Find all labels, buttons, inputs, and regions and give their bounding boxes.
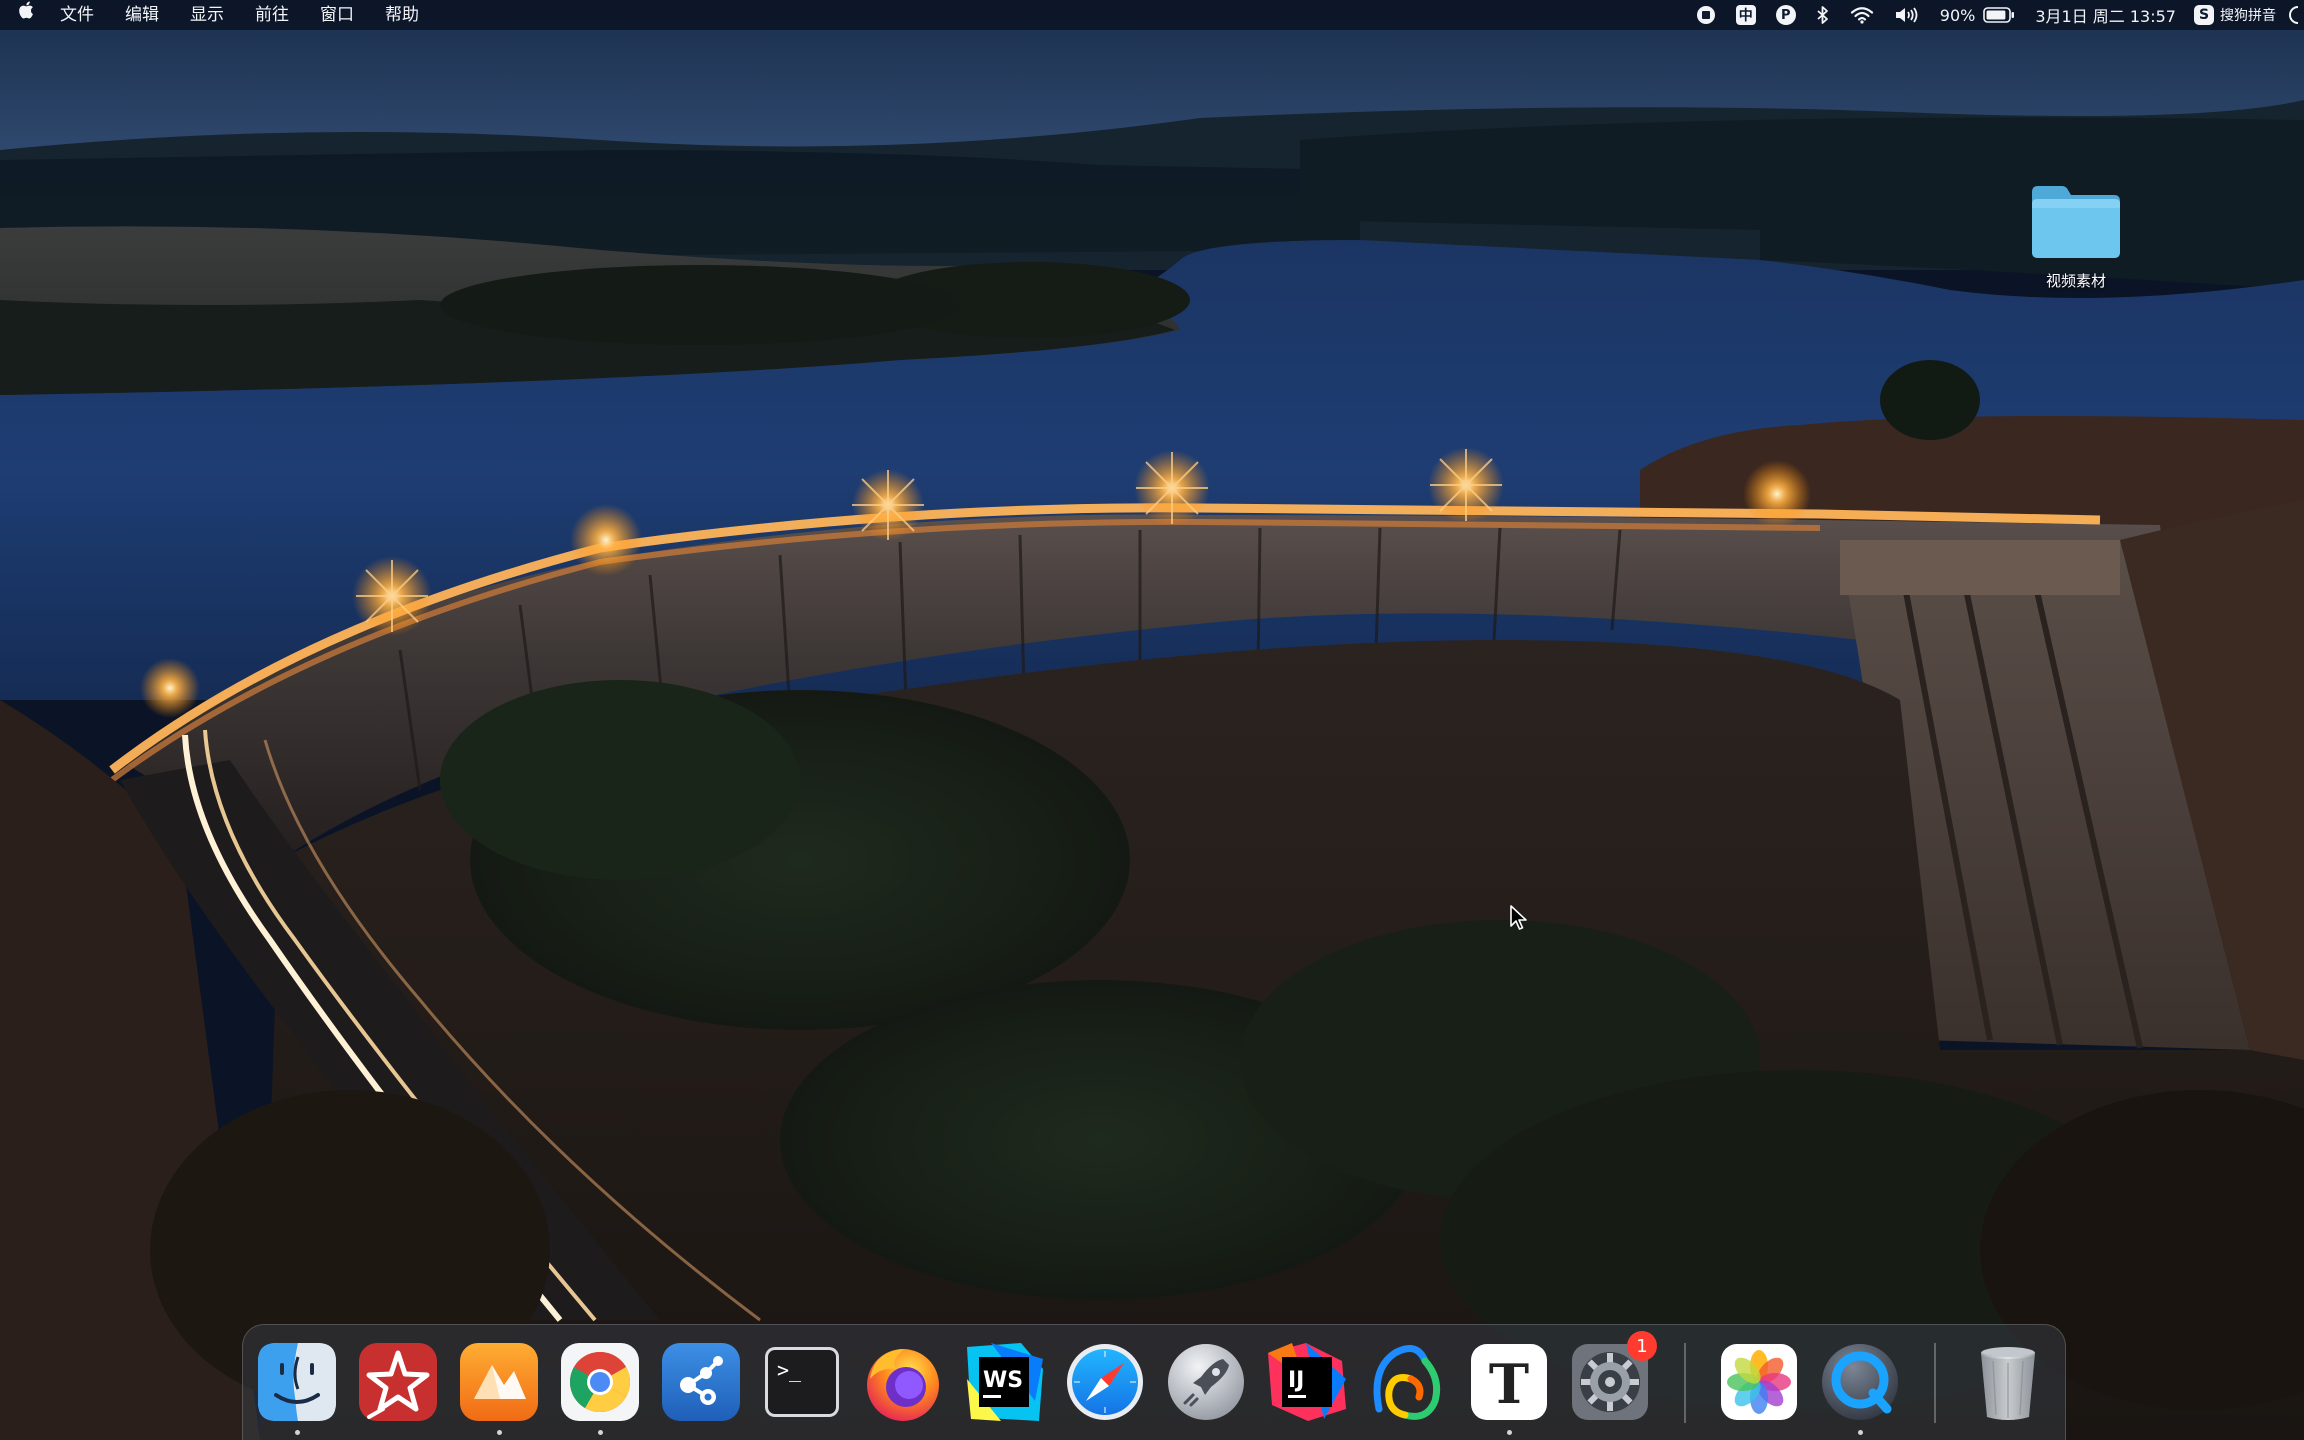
intellij-icon: IJ xyxy=(1268,1343,1346,1421)
apple-menu-icon[interactable] xyxy=(8,0,44,30)
running-indicator xyxy=(295,1430,300,1435)
desktop-folder-label: 视频素材 xyxy=(2045,272,2106,290)
terminal-icon: >_ xyxy=(765,1347,839,1417)
dock-item-infuse[interactable] xyxy=(456,1339,542,1435)
control-center-icon[interactable] xyxy=(2280,0,2300,30)
notification-badge: 1 xyxy=(1627,1331,1657,1361)
dock-item-chrome[interactable] xyxy=(557,1339,643,1435)
dock-item-typora[interactable]: T xyxy=(1466,1339,1552,1435)
dock-item-firefox[interactable] xyxy=(860,1339,946,1425)
menu-help[interactable]: 帮助 xyxy=(369,0,434,30)
wallpaper-dam-at-night xyxy=(0,0,2304,1440)
folder-icon xyxy=(2032,186,2120,258)
dock-divider xyxy=(1684,1343,1686,1423)
menu-go[interactable]: 前往 xyxy=(239,0,304,30)
menu-edit[interactable]: 编辑 xyxy=(109,0,174,30)
battery-status[interactable]: 90% xyxy=(1930,0,2026,30)
desktop: 文件 编辑 显示 前往 窗口 帮助 中 P 90% 3月1日 周二 13:57 … xyxy=(0,0,2304,1440)
clock[interactable]: 3月1日 周二 13:57 xyxy=(2025,0,2186,30)
nova-icon xyxy=(1373,1345,1441,1420)
desktop-folder-video-assets[interactable]: 视频素材 xyxy=(2010,182,2142,291)
typora-icon: T xyxy=(1471,1344,1547,1420)
sogou-icon: S xyxy=(2194,5,2214,25)
running-indicator xyxy=(497,1430,502,1435)
firefox-icon xyxy=(867,1349,939,1421)
dock-item-system-preferences[interactable]: 1 xyxy=(1567,1331,1657,1425)
running-indicator xyxy=(598,1430,603,1435)
photos-icon xyxy=(1721,1344,1797,1420)
dock-item-safari[interactable] xyxy=(1062,1339,1148,1425)
dock: >_ WS IJ T 1 xyxy=(242,1324,2066,1440)
chrome-icon xyxy=(561,1343,639,1421)
p-menu-extra-label: P xyxy=(1775,5,1796,25)
battery-icon xyxy=(1983,7,2015,23)
svg-text:T: T xyxy=(1489,1352,1529,1416)
bluetooth-icon[interactable] xyxy=(1806,0,1840,30)
menu-window[interactable]: 窗口 xyxy=(304,0,369,30)
webstorm-icon: WS xyxy=(967,1343,1043,1421)
trash-icon xyxy=(1981,1347,2035,1420)
input-source-zh[interactable]: 中 xyxy=(1726,0,1766,30)
dock-item-quicktime[interactable] xyxy=(1817,1339,1903,1435)
menu-bar-left: 文件 编辑 显示 前往 窗口 帮助 xyxy=(0,0,434,30)
volume-icon[interactable] xyxy=(1884,0,1930,30)
svg-text:>_: >_ xyxy=(777,1358,802,1382)
dock-item-terminal[interactable]: >_ xyxy=(759,1339,845,1425)
battery-percent: 90% xyxy=(1939,5,1976,25)
dock-divider xyxy=(1934,1343,1936,1423)
dock-item-trash[interactable] xyxy=(1965,1339,2051,1425)
dock-item-spark[interactable] xyxy=(355,1339,441,1425)
spark-icon xyxy=(359,1343,437,1421)
rocket-icon xyxy=(1168,1344,1244,1420)
svg-text:WS: WS xyxy=(983,1368,1023,1393)
menu-view[interactable]: 显示 xyxy=(174,0,239,30)
dock-item-nova[interactable] xyxy=(1365,1339,1451,1425)
finder-icon xyxy=(258,1343,336,1421)
dock-item-sourcetree[interactable] xyxy=(658,1339,744,1425)
clock-datetime: 3月1日 周二 13:57 xyxy=(2035,7,2176,26)
running-indicator xyxy=(1858,1430,1863,1435)
dock-item-intellij[interactable]: IJ xyxy=(1264,1339,1350,1425)
svg-text:IJ: IJ xyxy=(1288,1368,1304,1393)
dock-item-rocket[interactable] xyxy=(1163,1339,1249,1425)
ime-label: 搜狗拼音 xyxy=(2220,8,2276,24)
sourcetree-icon xyxy=(662,1343,740,1421)
menu-bar: 文件 编辑 显示 前往 窗口 帮助 中 P 90% 3月1日 周二 13:57 … xyxy=(0,0,2304,30)
p-menu-extra[interactable]: P xyxy=(1766,0,1806,30)
mouse-pointer-icon xyxy=(1510,905,1527,930)
quicktime-icon xyxy=(1822,1344,1898,1420)
safari-icon xyxy=(1067,1344,1143,1420)
screen-record-icon[interactable] xyxy=(1686,0,1726,30)
ime-sogou[interactable]: S 搜狗拼音 xyxy=(2186,0,2280,30)
infuse-icon xyxy=(460,1343,538,1421)
running-indicator xyxy=(1507,1430,1512,1435)
dock-item-finder[interactable] xyxy=(254,1339,340,1435)
input-source-zh-label: 中 xyxy=(1735,5,1756,25)
menu-file[interactable]: 文件 xyxy=(44,0,109,30)
wifi-icon[interactable] xyxy=(1840,0,1884,30)
dock-item-webstorm[interactable]: WS xyxy=(961,1339,1047,1425)
dock-item-photos[interactable] xyxy=(1716,1339,1802,1425)
menu-bar-status-area: 中 P 90% 3月1日 周二 13:57 S 搜狗拼音 xyxy=(1686,0,2304,30)
